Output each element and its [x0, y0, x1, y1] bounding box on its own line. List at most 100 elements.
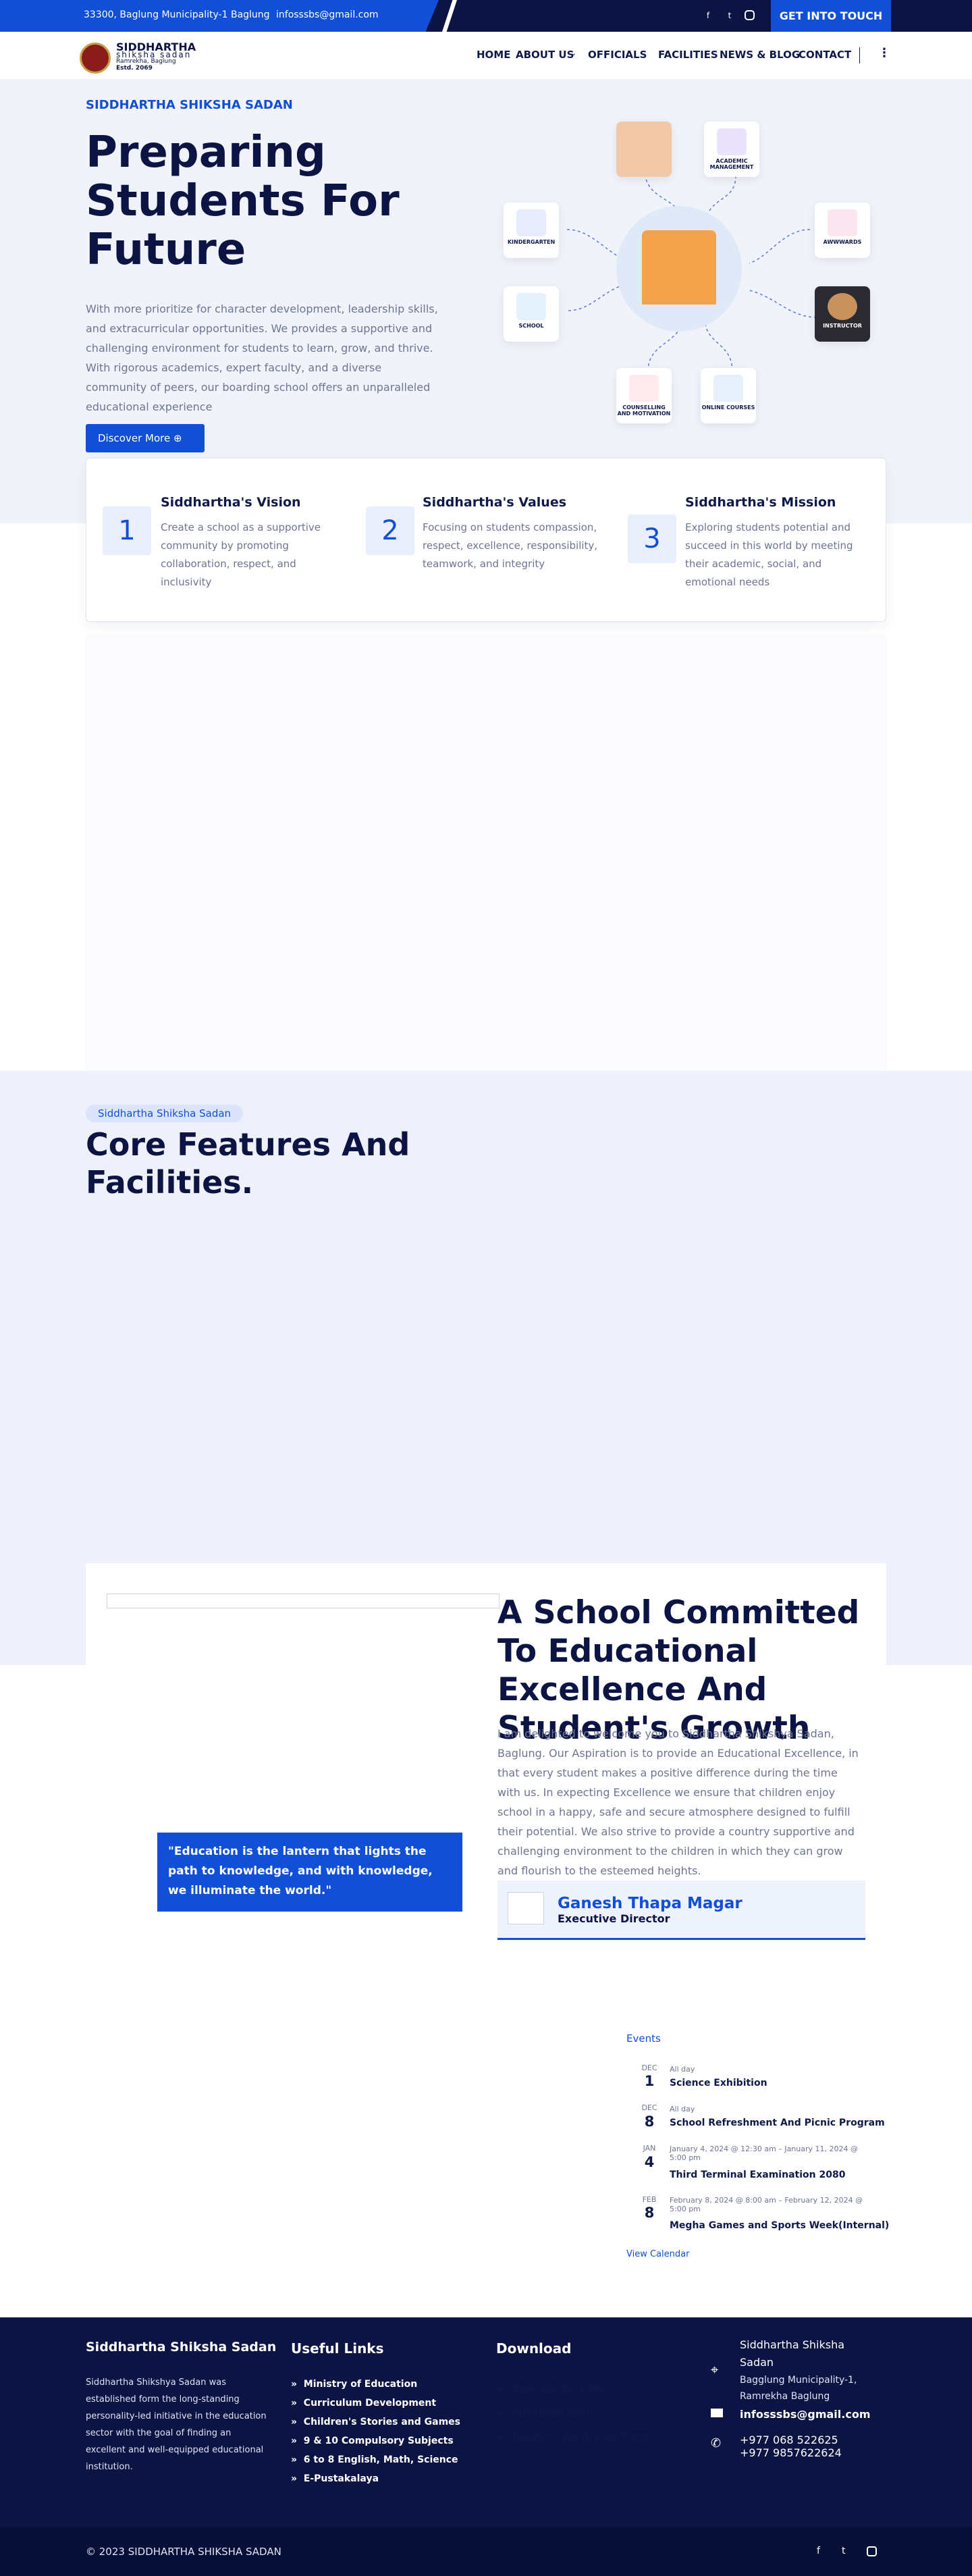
- footer-contact-address: Bagglung Municipality-1, Ramrekha Baglun…: [740, 2375, 857, 2402]
- features-title: Core Features And Facilities.: [86, 1126, 410, 1201]
- event-day: 8: [644, 2205, 655, 2221]
- nav-about-us[interactable]: ABOUT US: [516, 49, 574, 61]
- vision-number: 1: [103, 506, 151, 555]
- instagram-icon[interactable]: [867, 2546, 877, 2556]
- chevron-down-icon: ⌄: [570, 49, 577, 57]
- twitter-icon[interactable]: t: [724, 9, 736, 22]
- diagram-counselling: COUNSELLING AND MOTIVATION: [616, 368, 672, 423]
- get-in-touch-button[interactable]: GET INTO TOUCH: [771, 0, 891, 32]
- features-badge: Siddhartha Shiksha Sadan: [86, 1105, 244, 1122]
- nav-contact[interactable]: CONTACT: [799, 49, 851, 61]
- event-title[interactable]: School Refreshment And Picnic Program: [670, 2118, 885, 2128]
- copyright: © 2023 SIDDHARTHA SHIKSHA SADAN: [86, 2546, 281, 2558]
- download-link[interactable]: » Teacher's Application Form: [496, 2431, 648, 2455]
- mail-icon: [711, 2409, 723, 2417]
- vision-title: Siddhartha's Vision: [161, 495, 301, 510]
- mission-title: Siddhartha's Mission: [685, 495, 836, 510]
- event-time: February 8, 2024 @ 8:00 am – February 12…: [670, 2196, 863, 2213]
- nav-home[interactable]: HOME: [477, 49, 510, 61]
- diagram-instructor: INSTRUCTOR: [815, 286, 870, 342]
- diagram-kindergarten: KINDERGARTEN: [504, 203, 559, 258]
- events-heading: Events: [626, 2032, 661, 2045]
- counselling-icon: [629, 375, 659, 402]
- school-illustration: [616, 206, 742, 332]
- quote-box: "Education is the lantern that lights th…: [157, 1833, 462, 1912]
- chat-screen-icon: [713, 375, 743, 402]
- facebook-icon[interactable]: f: [702, 9, 714, 22]
- phone-icon: ✆: [711, 2436, 722, 2450]
- mission-desc: Exploring students potential and succeed…: [685, 521, 853, 588]
- values-number: 2: [366, 506, 414, 555]
- school-building-icon: [642, 230, 716, 305]
- footer-link[interactable]: » Children's Stories and Games: [291, 2415, 460, 2434]
- diagram-online-courses: ONLINE COURSES: [701, 368, 756, 423]
- event-day: 1: [644, 2073, 655, 2089]
- footer-link[interactable]: » 6 to 8 English, Math, Science: [291, 2452, 460, 2471]
- instagram-icon[interactable]: [745, 10, 755, 20]
- view-calendar-link[interactable]: View Calendar: [626, 2249, 689, 2259]
- footer-link[interactable]: » E-Pustakalaya: [291, 2471, 460, 2490]
- footer-email[interactable]: infosssbs@gmail.com: [740, 2408, 871, 2421]
- welcome-description: I am delighted to welcome you to Siddhar…: [497, 1727, 859, 1877]
- footer-phone[interactable]: +977 068 522625: [740, 2434, 838, 2446]
- logo-place: Ramrekha, Baglung: [116, 58, 176, 65]
- arrow-circle-icon: ⊕: [173, 432, 182, 444]
- event-day: 4: [644, 2154, 655, 2170]
- download-link[interactable]: » Admission Form: [496, 2407, 648, 2431]
- event-month: JAN: [643, 2144, 656, 2153]
- footer-about-text: Siddhartha Shikshya Sadan was establishe…: [86, 2377, 267, 2472]
- top-bar-divider: [442, 0, 457, 32]
- blocks-icon: [516, 209, 546, 236]
- discover-more-button[interactable]: Discover More ⊕: [86, 424, 205, 452]
- nav-news-blog[interactable]: NEWS & BLOG: [720, 49, 800, 61]
- event-title[interactable]: Science Exhibition: [670, 2078, 767, 2088]
- event-title[interactable]: Third Terminal Examination 2080: [670, 2170, 845, 2180]
- topbar-email[interactable]: infosssbs@gmail.com: [276, 9, 379, 20]
- event-month: FEB: [642, 2195, 657, 2204]
- footer-download-title: Download: [496, 2340, 572, 2357]
- school-logo[interactable]: [80, 43, 111, 74]
- logo-estd: Estd. 2069: [116, 65, 153, 72]
- values-title: Siddhartha's Values: [423, 495, 567, 510]
- nav-divider: [859, 47, 860, 63]
- location-pin-icon: ⌖: [711, 2361, 719, 2377]
- footer-phone[interactable]: +977 9857622624: [740, 2446, 842, 2459]
- hero-eyebrow: SIDDHARTHA SHIKSHA SADAN: [86, 98, 293, 112]
- diagram-school: SCHOOL: [504, 286, 559, 342]
- diagram-academic-management: ACADEMIC MANAGEMENT: [704, 122, 759, 177]
- values-desc: Focusing on students compassion, respect…: [423, 521, 598, 570]
- event-time: January 4, 2024 @ 12:30 am – January 11,…: [670, 2145, 859, 2162]
- facebook-icon[interactable]: f: [817, 2546, 820, 2556]
- welcome-image: [107, 1594, 500, 1608]
- hero-title: Preparing Students For Future: [86, 128, 400, 275]
- nav-officials[interactable]: OFFICIALS: [588, 49, 647, 61]
- footer-link[interactable]: » 9 & 10 Compulsory Subjects: [291, 2434, 460, 2452]
- nav-facilities[interactable]: FACILITIES: [658, 49, 718, 61]
- event-month: DEC: [641, 2103, 657, 2112]
- director-avatar: [508, 1892, 544, 1924]
- discover-label: Discover More: [98, 432, 171, 444]
- footer-link[interactable]: » Curriculum Development: [291, 2396, 460, 2415]
- content-placeholder: [86, 635, 886, 1071]
- footer-contact-name: Siddhartha Shiksha Sadan: [740, 2338, 845, 2369]
- trophy-icon: [828, 209, 857, 236]
- event-time: All day: [670, 2105, 695, 2113]
- topbar-address: 33300, Baglung Municipality-1 Baglung: [84, 9, 270, 20]
- more-menu-icon[interactable]: ⋮: [878, 46, 890, 60]
- event-month: DEC: [641, 2064, 657, 2072]
- twitter-icon[interactable]: t: [842, 2546, 846, 2556]
- footer-link[interactable]: » Ministry of Education: [291, 2377, 460, 2396]
- instructor-photo: [828, 293, 857, 320]
- diagram-awards: AWWWARDS: [815, 203, 870, 258]
- event-time: All day: [670, 2065, 695, 2074]
- director-name: Ganesh Thapa Magar: [558, 1895, 742, 1912]
- footer-downloads-list: » Book List for 2080 » Admission Form » …: [496, 2382, 648, 2455]
- books-icon: [516, 293, 546, 320]
- event-day: 8: [644, 2113, 655, 2130]
- chevron-down-icon: ⌄: [641, 49, 647, 57]
- diagram-student-photo: [616, 122, 672, 177]
- event-title[interactable]: Megha Games and Sports Week(Internal): [670, 2220, 889, 2231]
- footer-about-title: Siddhartha Shiksha Sadan: [86, 2340, 277, 2355]
- download-link[interactable]: » Book List for 2080: [496, 2382, 648, 2407]
- hero-description: With more prioritize for character devel…: [86, 303, 438, 413]
